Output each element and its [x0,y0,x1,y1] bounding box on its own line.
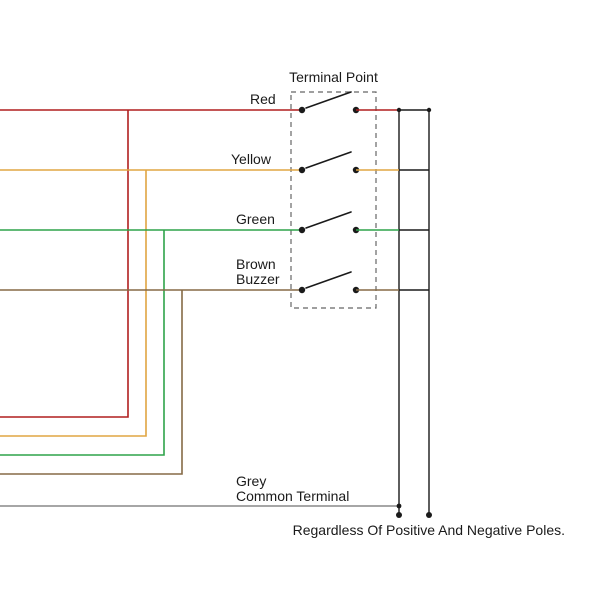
switch-brown-left [299,287,305,293]
switch-red-left [299,107,305,113]
inner-rail-top [397,108,401,112]
wire-green-return [0,230,164,455]
switch-brown-blade [306,272,351,288]
terminal-point-box [291,92,376,308]
switch-yellow-blade [306,152,351,168]
wire-red-return [0,110,128,417]
switch-yellow-left [299,167,305,173]
label-green: Green [236,211,275,227]
label-common: Common Terminal [236,488,349,504]
common-junction [397,504,402,509]
label-common: Grey [236,473,266,489]
wire-brown-return [0,290,182,474]
switch-red-blade [306,92,351,108]
label-brown: Brown [236,256,276,272]
outer-rail-terminal [426,512,432,518]
switch-green-blade [306,212,351,228]
label-yellow: Yellow [231,151,272,167]
terminal-point-title: Terminal Point [289,69,378,85]
label-brown: Buzzer [236,271,280,287]
wiring-diagram: Terminal Point Red Yellow Green BrownBuzzer G… [0,0,600,600]
outer-rail-top [427,108,431,112]
bottom-caption: Regardless Of Positive And Negative Pole… [293,522,565,538]
switch-green-left [299,227,305,233]
inner-rail-terminal [396,512,402,518]
wire-yellow-return [0,170,146,436]
label-red: Red [250,91,276,107]
